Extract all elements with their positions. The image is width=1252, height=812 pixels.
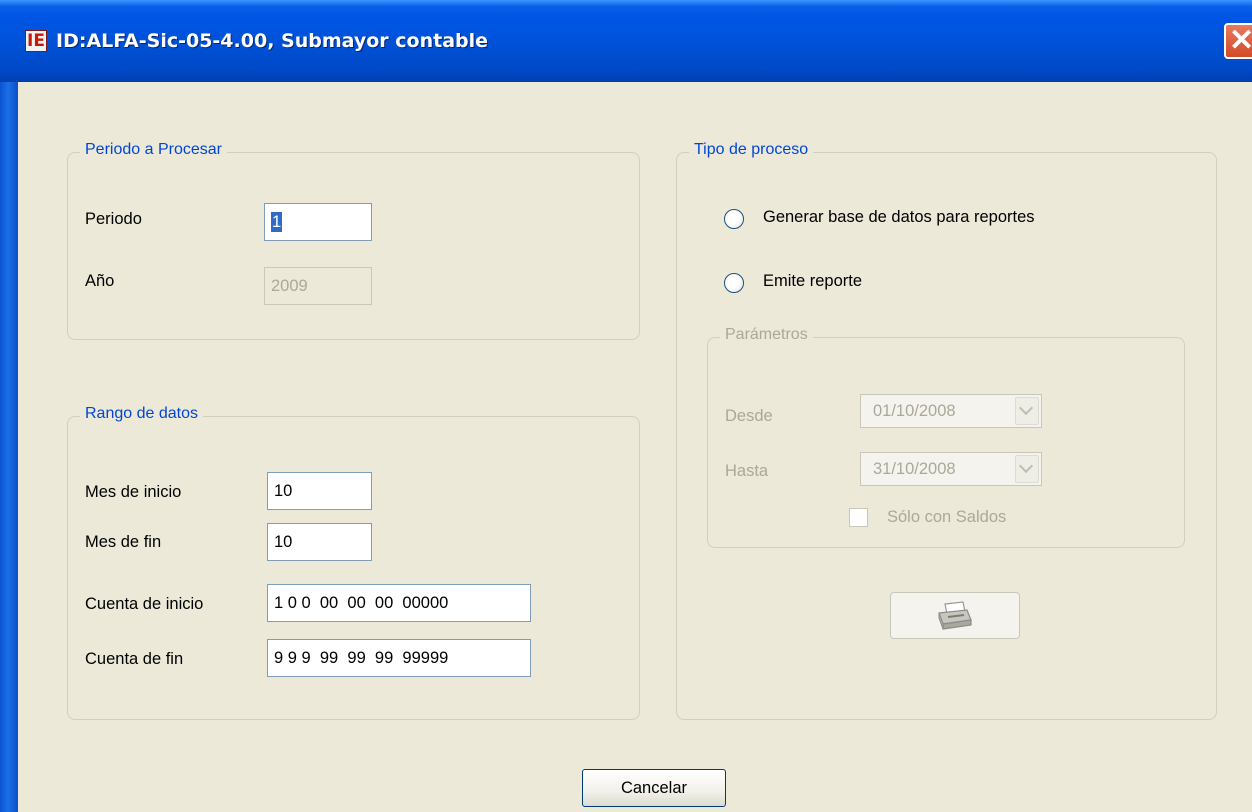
mes-inicio-field[interactable]: 10 [267, 472, 372, 510]
window-left-border [0, 82, 18, 812]
periodo-group: Periodo a Procesar [67, 141, 640, 340]
periodo-field[interactable]: 1 [264, 203, 372, 241]
generar-radio[interactable] [724, 209, 744, 229]
chevron-down-icon [1018, 458, 1034, 474]
periodo-value[interactable]: 1 [271, 212, 283, 232]
desde-dropdown-button [1015, 397, 1039, 425]
hasta-label: Hasta [725, 462, 769, 480]
title-bar[interactable]: IE ID:ALFA-Sic-05-4.00, Submayor contabl… [0, 0, 1252, 82]
close-icon[interactable]: ✕ [1229, 23, 1252, 59]
solo-saldos-label: Sólo con Saldos [887, 508, 1007, 526]
desde-date-picker: 01/10/2008 [860, 394, 1042, 428]
periodo-group-title: Periodo a Procesar [80, 141, 227, 159]
close-button[interactable]: ✕ [1224, 23, 1252, 59]
mes-fin-field[interactable]: 10 [267, 523, 372, 561]
rango-group-title: Rango de datos [80, 405, 203, 423]
generar-radio-label[interactable]: Generar base de datos para reportes [763, 208, 1035, 227]
cuenta-fin-label: Cuenta de fin [85, 650, 184, 668]
cuenta-inicio-field[interactable]: 1 0 0 00 00 00 00000 [267, 584, 531, 622]
parametros-group-title: Parámetros [720, 326, 813, 344]
printer-icon [938, 601, 972, 630]
cuenta-fin-field[interactable]: 9 9 9 99 99 99 99999 [267, 639, 531, 677]
print-button [890, 592, 1020, 639]
anio-field: 2009 [264, 267, 372, 305]
hasta-dropdown-button [1015, 455, 1039, 483]
chevron-down-icon [1018, 400, 1034, 416]
hasta-date-picker: 31/10/2008 [860, 452, 1042, 486]
app-icon-glyph: IE [27, 31, 45, 51]
periodo-label: Periodo [85, 210, 142, 228]
dialog-window: IE ID:ALFA-Sic-05-4.00, Submayor contabl… [0, 0, 1252, 812]
cuenta-inicio-label: Cuenta de inicio [85, 595, 204, 613]
solo-saldos-checkbox [849, 508, 868, 527]
window-title: ID:ALFA-Sic-05-4.00, Submayor contable [56, 30, 489, 52]
tipo-group-title: Tipo de proceso [689, 141, 814, 159]
anio-label: Año [85, 272, 115, 290]
desde-value: 01/10/2008 [873, 402, 956, 420]
mes-inicio-label: Mes de inicio [85, 483, 182, 501]
desde-label: Desde [725, 407, 773, 425]
emite-radio-label[interactable]: Emite reporte [763, 272, 862, 291]
mes-fin-label: Mes de fin [85, 533, 162, 551]
cancel-button[interactable]: Cancelar [582, 769, 726, 807]
hasta-value: 31/10/2008 [873, 460, 956, 478]
emite-radio[interactable] [724, 273, 744, 293]
app-icon: IE [25, 30, 47, 52]
